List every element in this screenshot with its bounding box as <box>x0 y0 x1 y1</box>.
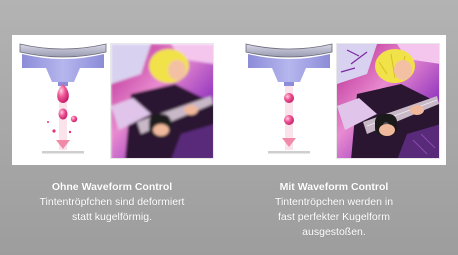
caption-title: Ohne Waveform Control <box>51 181 173 193</box>
with-waveform-cell <box>238 35 446 165</box>
guitarist-print-sample-sharp <box>336 43 440 159</box>
caption-line: statt kugelförmig. <box>72 211 152 223</box>
guitarist-print-sample-blurry <box>110 43 214 159</box>
caption-line: Tintentröpfchen sind deformiert <box>39 196 185 208</box>
caption-title: Mit Waveform Control <box>279 181 389 193</box>
caption-line: Tintentröpchen werden in <box>274 196 394 208</box>
without-waveform-cell <box>12 35 229 165</box>
comparison-panel <box>12 35 446 165</box>
deformed-droplet-diagram <box>19 43 107 154</box>
caption-line: fast perfekter Kugelform <box>277 211 391 223</box>
caption-line: ausgestoßen. <box>302 226 366 238</box>
caption-without-waveform: Ohne Waveform Control Tintentröpfchen si… <box>12 180 212 225</box>
spherical-droplet-diagram <box>245 43 333 154</box>
caption-with-waveform: Mit Waveform Control Tintentröpchen werd… <box>234 180 434 240</box>
